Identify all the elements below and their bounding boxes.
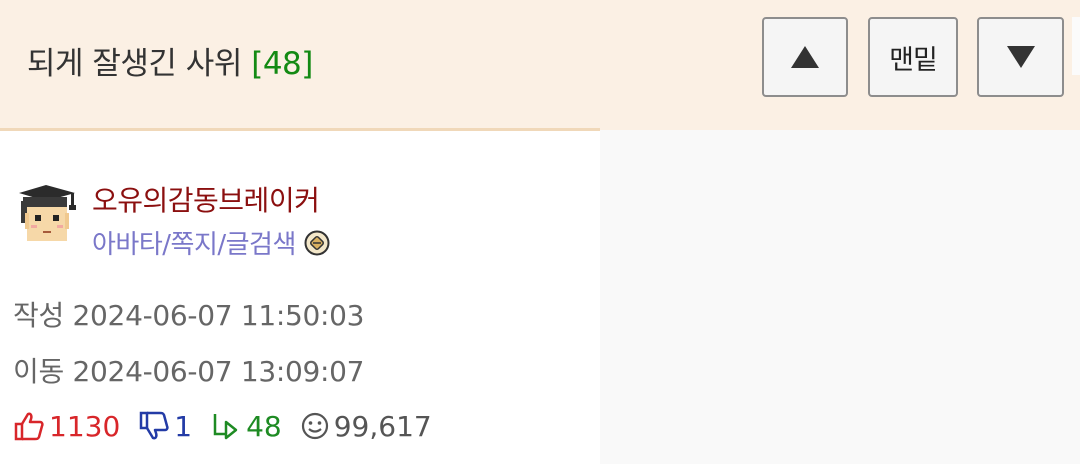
post-stats: 1130 1 48 99,617 xyxy=(13,406,450,446)
triangle-down-icon xyxy=(1006,46,1035,68)
thumbs-down-icon xyxy=(140,411,169,440)
upvote-stat[interactable]: 1130 xyxy=(13,410,120,443)
side-panel xyxy=(600,130,1080,464)
view-count: 99,617 xyxy=(333,409,432,443)
post-title-text: 되게 잘생긴 사위 xyxy=(27,46,242,82)
triangle-up-icon xyxy=(791,46,819,68)
author-name[interactable]: 오유의감동브레이커 xyxy=(92,179,320,219)
reply-stat[interactable]: 48 xyxy=(210,410,282,443)
view-stat: 99,617 xyxy=(300,410,432,443)
post-moved-date: 이동 2024-06-07 13:09:07 xyxy=(13,355,365,388)
smiley-view-icon xyxy=(301,412,328,440)
comment-count[interactable]: [48] xyxy=(251,46,313,82)
post-title: 되게 잘생긴 사위 [48] xyxy=(27,38,313,83)
post-header: 되게 잘생긴 사위 [48] 맨밑 xyxy=(0,0,1080,130)
avatar[interactable] xyxy=(13,183,79,249)
downvote-stat[interactable]: 1 xyxy=(138,410,192,443)
author-links[interactable]: 아바타/쪽지/글검색 xyxy=(92,224,330,261)
scroll-bottom-label: 맨밑 xyxy=(889,44,938,76)
author-links-text[interactable]: 아바타/쪽지/글검색 xyxy=(92,224,296,261)
level-badge-icon xyxy=(304,230,330,255)
reply-arrow-icon xyxy=(213,414,238,440)
thumbs-up-icon xyxy=(14,412,44,441)
header-divider xyxy=(0,128,600,131)
reply-count: 48 xyxy=(246,409,282,443)
scroll-edge xyxy=(1072,17,1080,75)
downvote-count: 1 xyxy=(174,409,193,443)
scroll-down-button[interactable] xyxy=(977,17,1064,97)
scroll-up-button[interactable] xyxy=(762,17,848,97)
scroll-bottom-button[interactable]: 맨밑 xyxy=(868,17,958,97)
post-created-date: 작성 2024-06-07 11:50:03 xyxy=(13,299,365,332)
upvote-count: 1130 xyxy=(49,409,121,443)
